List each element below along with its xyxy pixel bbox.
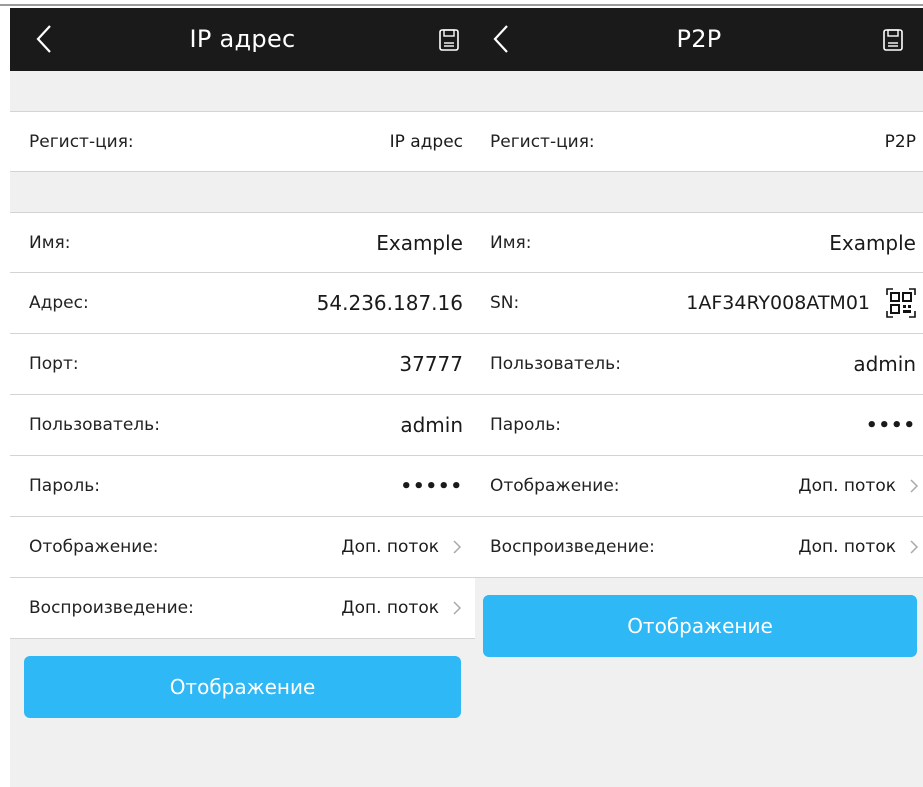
page-title: P2P bbox=[676, 25, 722, 53]
port-label: Порт: bbox=[29, 354, 79, 374]
ip-address-panel: IP адрес Регист-ция: IP адрес Имя: Examp… bbox=[10, 8, 475, 787]
password-row[interactable]: Пароль: ••••• bbox=[10, 456, 475, 517]
live-stream-label: Отображение: bbox=[490, 476, 620, 496]
address-row[interactable]: Адрес: 54.236.187.16 bbox=[10, 273, 475, 334]
address-value: 54.236.187.16 bbox=[316, 291, 463, 315]
name-value: Example bbox=[376, 230, 463, 255]
port-row[interactable]: Порт: 37777 bbox=[10, 334, 475, 395]
chevron-right-icon bbox=[453, 540, 462, 554]
playback-stream-label: Воспроизведение: bbox=[490, 537, 655, 557]
name-row[interactable]: Имя: Example bbox=[475, 212, 923, 273]
name-label: Имя: bbox=[29, 232, 71, 253]
password-label: Пароль: bbox=[490, 415, 562, 435]
address-label: Адрес: bbox=[29, 293, 89, 313]
sn-label: SN: bbox=[490, 293, 520, 313]
registration-value: IP адрес bbox=[389, 131, 463, 152]
playback-stream-value: Доп. поток bbox=[798, 537, 896, 557]
playback-stream-row[interactable]: Воспроизведение: Доп. поток bbox=[475, 517, 923, 578]
chevron-right-icon bbox=[453, 601, 462, 615]
live-stream-value: Доп. поток bbox=[798, 476, 896, 496]
window-top-border bbox=[0, 0, 923, 6]
user-row[interactable]: Пользователь: admin bbox=[475, 334, 923, 395]
user-label: Пользователь: bbox=[29, 415, 160, 435]
sn-row[interactable]: SN: 1AF34RY008ATM01 bbox=[475, 273, 923, 334]
name-value: Example bbox=[829, 230, 916, 255]
header-bar: IP адрес bbox=[10, 8, 475, 71]
port-value: 37777 bbox=[399, 352, 463, 376]
registration-label: Регист-ция: bbox=[490, 131, 595, 152]
user-label: Пользователь: bbox=[490, 354, 621, 374]
qr-scan-icon[interactable] bbox=[886, 288, 916, 318]
live-stream-label: Отображение: bbox=[29, 537, 159, 557]
password-value: ••••• bbox=[400, 475, 463, 497]
password-label: Пароль: bbox=[29, 476, 101, 496]
live-view-button[interactable]: Отображение bbox=[24, 656, 461, 718]
p2p-panel: P2P Регист-ция: P2P Имя: Example SN: 1AF… bbox=[475, 8, 923, 787]
registration-label: Регист-ция: bbox=[29, 131, 134, 152]
playback-stream-row[interactable]: Воспроизведение: Доп. поток bbox=[10, 578, 475, 639]
sn-value: 1AF34RY008ATM01 bbox=[686, 292, 870, 314]
header-bar: P2P bbox=[475, 8, 923, 71]
live-stream-value: Доп. поток bbox=[341, 537, 439, 557]
name-row[interactable]: Имя: Example bbox=[10, 212, 475, 273]
password-row[interactable]: Пароль: •••• bbox=[475, 395, 923, 456]
page-title: IP адрес bbox=[189, 25, 296, 53]
password-value: •••• bbox=[865, 414, 916, 436]
user-row[interactable]: Пользователь: admin bbox=[10, 395, 475, 456]
playback-stream-label: Воспроизведение: bbox=[29, 598, 194, 618]
live-stream-row[interactable]: Отображение: Доп. поток bbox=[475, 456, 923, 517]
live-stream-row[interactable]: Отображение: Доп. поток bbox=[10, 517, 475, 578]
registration-row[interactable]: Регист-ция: IP адрес bbox=[10, 111, 475, 172]
live-view-button[interactable]: Отображение bbox=[483, 595, 917, 657]
chevron-right-icon bbox=[910, 479, 919, 493]
playback-stream-value: Доп. поток bbox=[341, 598, 439, 618]
save-icon[interactable] bbox=[881, 28, 905, 52]
user-value: admin bbox=[853, 352, 916, 376]
registration-value: P2P bbox=[884, 131, 916, 152]
save-icon[interactable] bbox=[437, 28, 461, 52]
registration-row[interactable]: Регист-ция: P2P bbox=[475, 111, 923, 172]
name-label: Имя: bbox=[490, 232, 532, 253]
chevron-right-icon bbox=[910, 540, 919, 554]
user-value: admin bbox=[400, 413, 463, 437]
